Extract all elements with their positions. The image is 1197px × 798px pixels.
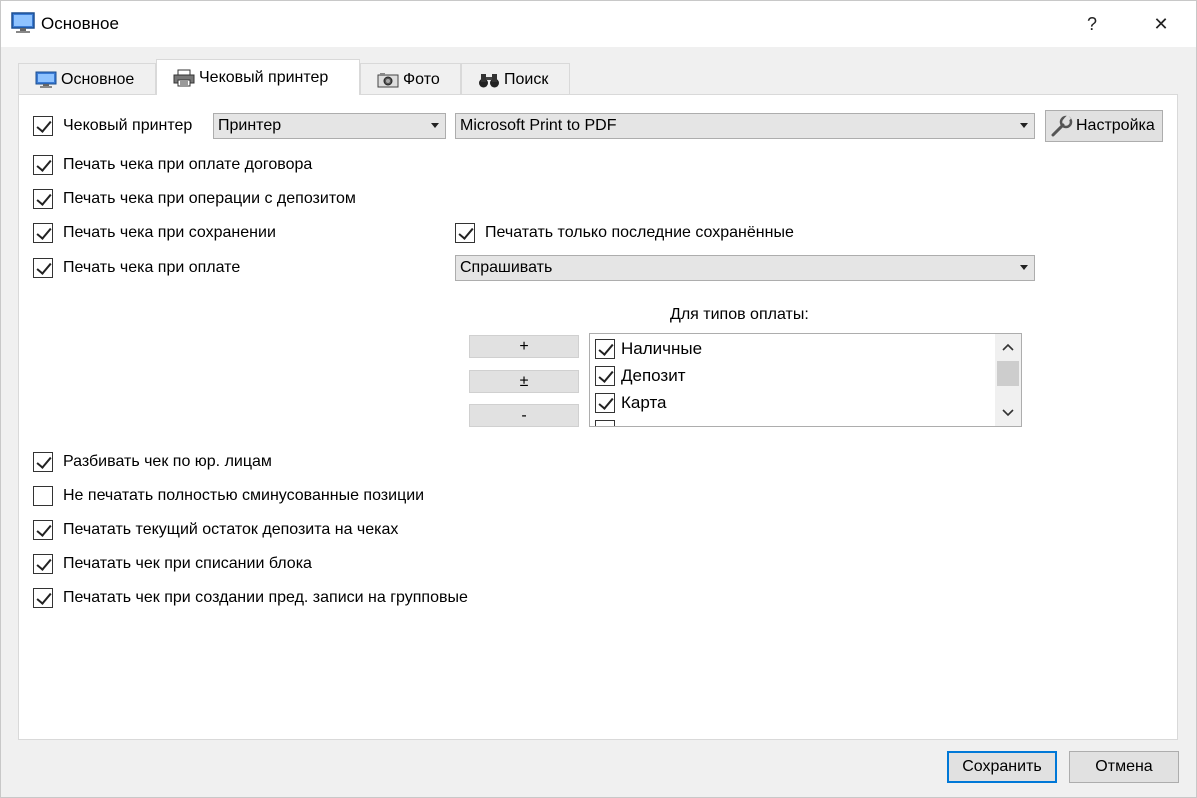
checkbox-label: Печатать текущий остаток депозита на чек… (63, 521, 399, 538)
list-item-label: Депозит (621, 366, 686, 385)
checkbox[interactable] (595, 393, 615, 413)
checkbox[interactable] (595, 366, 615, 386)
tab-receipt-printer[interactable]: Чековый принтер (156, 59, 360, 95)
select-value: Microsoft Print to PDF (460, 117, 617, 134)
toggle-payment-types-button[interactable]: ± (469, 370, 579, 393)
scroll-up-icon[interactable] (995, 336, 1021, 358)
help-button[interactable]: ? (1069, 1, 1115, 47)
select-value: Принтер (218, 117, 282, 134)
list-scrollbar[interactable] (995, 334, 1021, 426)
receipt-printer-panel: Чековый принтер Принтер Microsoft Print … (18, 94, 1178, 740)
monitor-icon (35, 71, 57, 89)
printer-icon (173, 69, 195, 87)
printer-device-select[interactable]: Microsoft Print to PDF (455, 113, 1035, 139)
scroll-thumb[interactable] (997, 361, 1019, 386)
option-contract-pay[interactable]: Печать чека при оплате договора (33, 153, 312, 177)
checkbox[interactable] (33, 520, 53, 540)
checkbox[interactable] (595, 420, 615, 426)
payment-types-list[interactable]: Наличные Депозит Карта (589, 333, 1022, 427)
tab-label: Фото (403, 70, 440, 88)
option-on-save[interactable]: Печать чека при сохранении (33, 221, 276, 245)
list-item[interactable]: Наличные (595, 338, 702, 360)
option-deposit-balance[interactable]: Печатать текущий остаток депозита на чек… (33, 518, 398, 542)
list-item[interactable]: Депозит (595, 365, 686, 387)
checkbox[interactable] (33, 223, 53, 243)
checkbox[interactable] (33, 189, 53, 209)
title-bar: Основное ? ✕ (1, 1, 1196, 47)
option-only-last-saved[interactable]: Печатать только последние сохранённые (455, 221, 794, 245)
checkbox[interactable] (455, 223, 475, 243)
select-value: Спрашивать (460, 259, 553, 276)
tab-label: Поиск (504, 70, 549, 88)
option-group-prebook[interactable]: Печатать чек при создании пред. записи н… (33, 586, 468, 610)
checkbox-label: Печатать только последние сохранённые (485, 224, 794, 241)
add-payment-type-button[interactable]: + (469, 335, 579, 358)
checkbox[interactable] (33, 486, 53, 506)
dropdown-arrow-icon (1020, 123, 1028, 128)
option-on-pay[interactable]: Печать чека при оплате (33, 256, 240, 280)
checkbox[interactable] (33, 116, 53, 136)
save-button[interactable]: Сохранить (947, 751, 1057, 783)
checkbox-label: Печать чека при операции с депозитом (63, 190, 356, 207)
option-split-legal[interactable]: Разбивать чек по юр. лицам (33, 450, 272, 474)
checkbox[interactable] (33, 554, 53, 574)
wrench-icon (1050, 114, 1074, 138)
list-item-partial[interactable] (595, 419, 615, 426)
printer-setup-button[interactable]: Настройка (1045, 110, 1163, 142)
dropdown-arrow-icon (431, 123, 439, 128)
monitor-icon (11, 12, 35, 34)
printer-type-select[interactable]: Принтер (213, 113, 446, 139)
payment-types-title: Для типов оплаты: (670, 306, 809, 323)
checkbox[interactable] (33, 155, 53, 175)
close-button[interactable]: ✕ (1138, 1, 1184, 47)
checkbox-label: Печать чека при оплате договора (63, 156, 313, 173)
list-item-label: Наличные (621, 339, 703, 358)
option-no-print-minus[interactable]: Не печатать полностью сминусованные пози… (33, 484, 424, 508)
checkbox[interactable] (595, 339, 615, 359)
window-title: Основное (41, 14, 119, 33)
checkbox-label: Не печатать полностью сминусованные пози… (63, 487, 425, 504)
option-block-writeoff[interactable]: Печатать чек при списании блока (33, 552, 312, 576)
tab-label: Основное (61, 70, 135, 88)
checkbox[interactable] (33, 588, 53, 608)
checkbox[interactable] (33, 452, 53, 472)
checkbox-label: Печать чека при сохранении (63, 224, 276, 241)
checkbox-label: Печать чека при оплате (63, 259, 241, 276)
tab-search[interactable]: Поиск (461, 63, 570, 95)
cancel-button[interactable]: Отмена (1069, 751, 1179, 783)
camera-icon (377, 71, 399, 89)
tab-photo[interactable]: Фото (360, 63, 461, 95)
on-pay-mode-select[interactable]: Спрашивать (455, 255, 1035, 281)
tab-main[interactable]: Основное (18, 63, 156, 95)
option-deposit-operation[interactable]: Печать чека при операции с депозитом (33, 187, 356, 211)
list-item[interactable]: Карта (595, 392, 667, 414)
checkbox-label: Чековый принтер (63, 117, 193, 134)
remove-payment-type-button[interactable]: - (469, 404, 579, 427)
dropdown-arrow-icon (1020, 265, 1028, 270)
receipt-printer-toggle[interactable]: Чековый принтер (33, 114, 192, 138)
binoculars-icon (478, 71, 500, 89)
checkbox-label: Печатать чек при создании пред. записи н… (63, 589, 468, 606)
checkbox[interactable] (33, 258, 53, 278)
scroll-down-icon[interactable] (995, 402, 1021, 424)
list-item-label: Карта (621, 393, 667, 412)
settings-dialog: Основное ? ✕ Основное Чековый принтер Фо… (0, 0, 1197, 798)
checkbox-label: Разбивать чек по юр. лицам (63, 453, 272, 470)
button-label: Настройка (1076, 117, 1155, 134)
tab-label: Чековый принтер (199, 68, 329, 86)
checkbox-label: Печатать чек при списании блока (63, 555, 312, 572)
